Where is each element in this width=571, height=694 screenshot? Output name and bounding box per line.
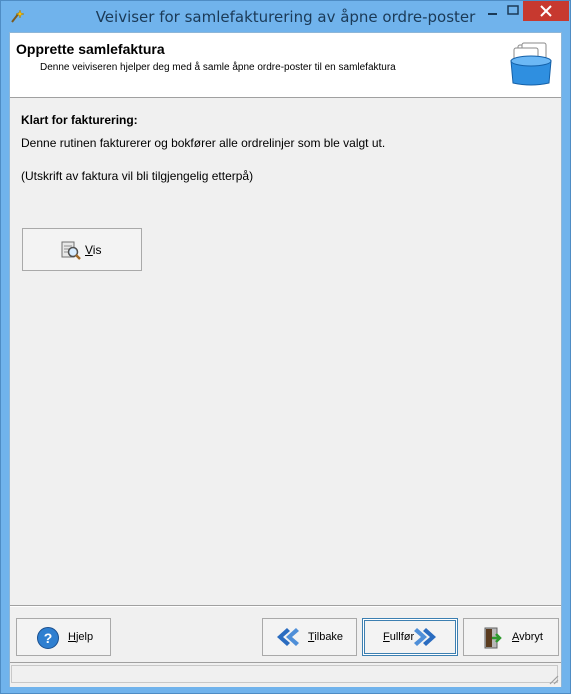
wizard-client-area: Opprette samlefaktura Denne veiviseren h…: [9, 32, 562, 687]
footer-divider: [10, 605, 561, 607]
title-bar[interactable]: Veiviser for samlefakturering av åpne or…: [1, 1, 570, 31]
vis-button[interactable]: Vis: [22, 228, 142, 271]
info-line-2: (Utskrift av faktura vil bli tilgjengeli…: [21, 169, 254, 183]
forward-arrows-icon: [414, 628, 436, 646]
vis-label: Vis: [85, 243, 102, 257]
resize-grip-icon[interactable]: [547, 673, 559, 685]
help-icon: ?: [37, 627, 59, 649]
maximize-icon: [507, 5, 519, 15]
minimize-icon: [488, 13, 497, 15]
cancel-label: Avbryt: [512, 631, 543, 643]
card-box-icon: [510, 42, 552, 86]
page-subtitle: Denne veiviseren hjelper deg med å samle…: [40, 62, 396, 73]
minimize-button[interactable]: [479, 1, 505, 21]
exit-door-icon: [484, 627, 502, 649]
info-line-1: Denne rutinen fakturerer og bokfører all…: [21, 136, 386, 150]
ready-heading: Klart for fakturering:: [21, 113, 138, 127]
close-button[interactable]: [523, 1, 569, 21]
help-label: Hjelp: [68, 631, 94, 643]
status-bar: [10, 662, 561, 687]
preview-icon: [61, 241, 81, 260]
cancel-button[interactable]: Avbryt: [463, 618, 559, 656]
svg-text:?: ?: [44, 630, 53, 646]
finish-label: Fullfør: [383, 631, 415, 643]
page-title: Opprette samlefaktura: [16, 41, 165, 57]
finish-button[interactable]: Fullfør: [362, 618, 458, 656]
help-button[interactable]: ? Hjelp: [16, 618, 111, 656]
wizard-window: Veiviser for samlefakturering av åpne or…: [0, 0, 571, 694]
status-panel: [11, 665, 558, 683]
back-arrows-icon: [277, 628, 299, 646]
close-icon: [540, 5, 552, 17]
wizard-header: Opprette samlefaktura Denne veiviseren h…: [10, 33, 561, 98]
back-button[interactable]: Tilbake: [262, 618, 357, 656]
back-label: Tilbake: [308, 631, 344, 643]
